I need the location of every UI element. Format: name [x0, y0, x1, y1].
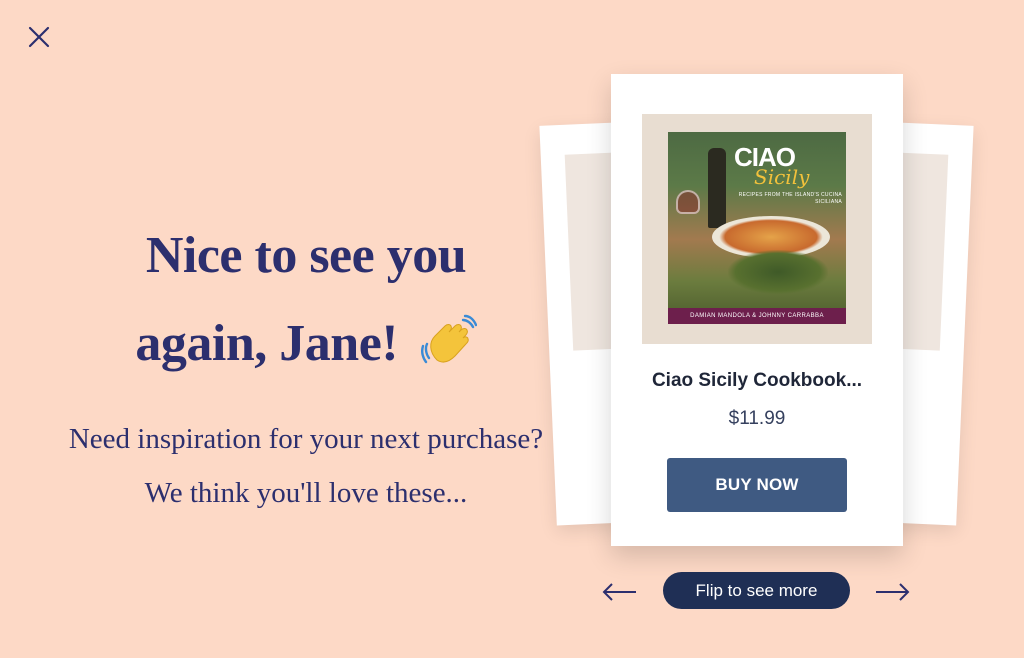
product-price: $11.99 — [728, 408, 786, 429]
flip-to-see-more-button[interactable]: Flip to see more — [663, 572, 850, 609]
herbs-graphic — [728, 250, 828, 294]
subtext-line-2: We think you'll love these... — [144, 477, 468, 509]
book-cover: CIAO Sicily RECIPES FROM THE ISLAND'S CU… — [668, 132, 846, 324]
subtext-line-1: Need inspiration for your next purchase? — [68, 423, 544, 455]
cover-title-script: Sicily — [754, 165, 810, 189]
previous-button[interactable] — [600, 580, 640, 604]
headline-line-2: again, Jane! — [135, 315, 399, 372]
close-icon — [28, 26, 50, 48]
arrow-left-icon — [602, 583, 636, 601]
wine-glass-graphic — [676, 190, 700, 214]
close-button[interactable] — [26, 24, 52, 50]
cover-tagline: RECIPES FROM THE ISLAND'S CUCINA SICILIA… — [738, 192, 842, 205]
product-image-frame[interactable]: CIAO Sicily RECIPES FROM THE ISLAND'S CU… — [642, 114, 872, 344]
product-name[interactable]: Ciao Sicily Cookbook... — [611, 370, 903, 392]
arrow-right-icon — [876, 583, 910, 601]
headline: Nice to see you again, Jane! — [0, 212, 612, 398]
greeting-section: Nice to see you again, Jane! Need inspir… — [0, 212, 612, 520]
cover-authors: DAMIAN MANDOLA & JOHNNY CARRABBA — [668, 308, 846, 324]
wine-bottle-graphic — [708, 148, 726, 228]
product-card: CIAO Sicily RECIPES FROM THE ISLAND'S CU… — [611, 74, 903, 546]
headline-line-1: Nice to see you — [145, 227, 467, 284]
next-button[interactable] — [872, 580, 912, 604]
buy-now-button[interactable]: BUY NOW — [667, 458, 847, 512]
waving-hand-icon — [420, 310, 477, 398]
headline-line-2-wrap: again, Jane! — [0, 300, 612, 398]
